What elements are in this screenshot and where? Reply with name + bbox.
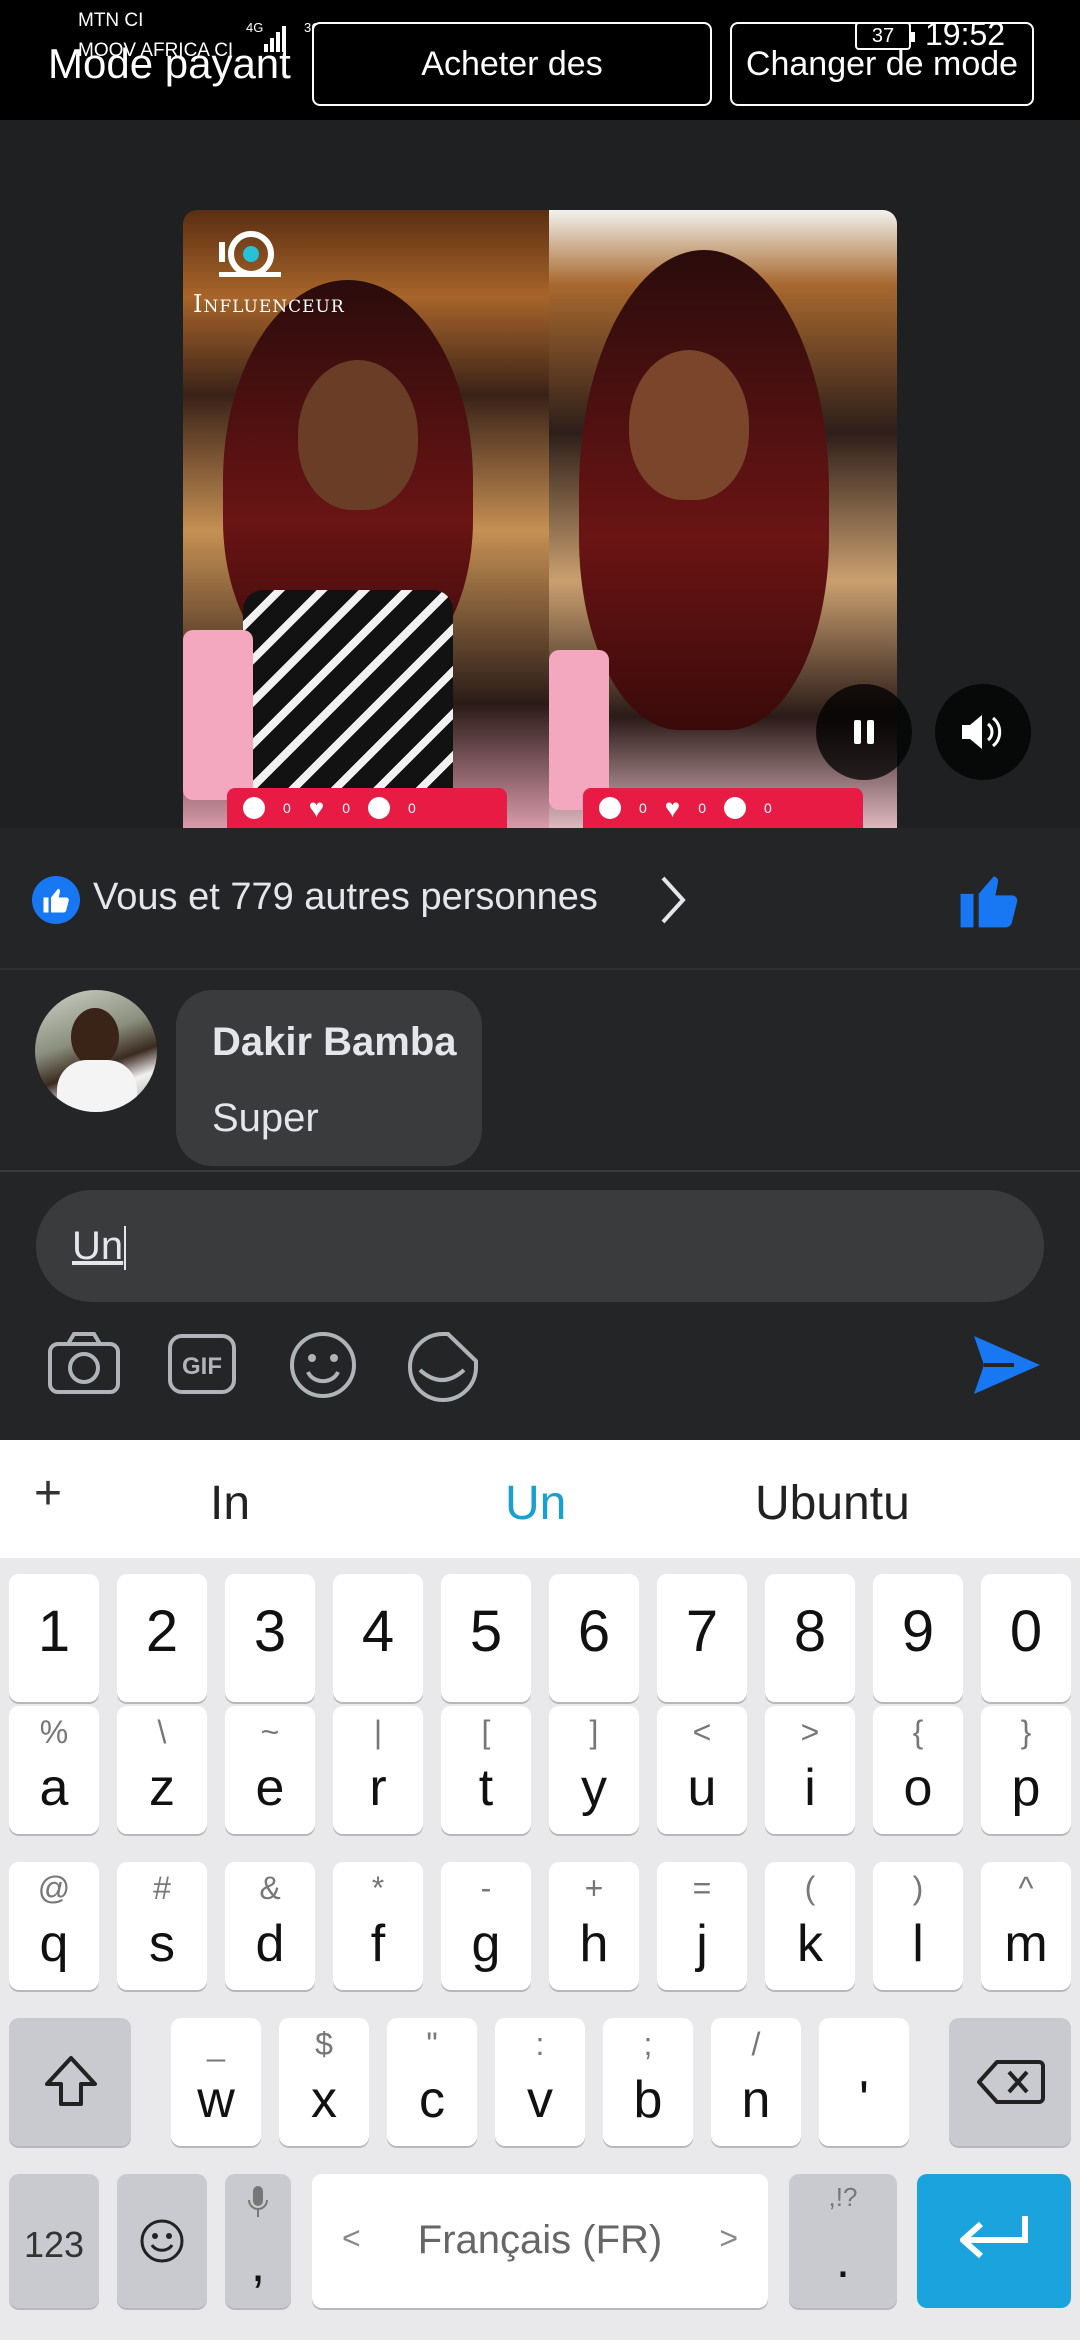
pause-button[interactable]: [816, 684, 912, 780]
key-q[interactable]: @ q: [9, 1862, 99, 1990]
avatar[interactable]: [35, 990, 157, 1112]
key-8[interactable]: 8: [765, 1574, 855, 1702]
comment-text: Super: [212, 1096, 319, 1140]
key-r[interactable]: | r: [333, 1706, 423, 1834]
key-2[interactable]: 2: [117, 1574, 207, 1702]
carrier-2-label: MOOV AFRICA CI: [78, 40, 234, 61]
comma-key[interactable]: ,: [225, 2174, 291, 2308]
key-apostrophe[interactable]: ': [819, 2018, 909, 2146]
chevron-right-icon: [661, 876, 686, 924]
key-c[interactable]: " c: [387, 2018, 477, 2146]
camera-icon[interactable]: [46, 1330, 122, 1396]
key-k[interactable]: (k: [765, 1862, 855, 1990]
suggestion-1[interactable]: In: [210, 1476, 250, 1531]
video-player[interactable]: INFLUENCEUR 0 ♥ 0 0 0 ♥ 0 0: [183, 210, 897, 828]
key-y[interactable]: ] y: [549, 1706, 639, 1834]
backspace-key[interactable]: [949, 2018, 1071, 2146]
reaction-bar-left: 0 ♥ 0 0: [227, 788, 507, 828]
key-l[interactable]: ) l: [873, 1862, 963, 1990]
battery-indicator: 37: [855, 22, 915, 50]
video-frame-left: INFLUENCEUR 0 ♥ 0 0: [183, 210, 549, 828]
enter-key[interactable]: [917, 2174, 1071, 2308]
key-a[interactable]: % a: [9, 1706, 99, 1834]
volume-button[interactable]: [935, 684, 1031, 780]
emoji-icon[interactable]: [288, 1330, 358, 1400]
influenceur-logo-icon: [219, 231, 281, 277]
key-w[interactable]: _ w: [171, 2018, 261, 2146]
key-h[interactable]: + h: [549, 1862, 639, 1990]
key-u[interactable]: < u: [657, 1706, 747, 1834]
keyboard: 1 2 3 4 5 6 7 8 9 0 % a \ z ~ e | r [t ] y < u…: [0, 1558, 1080, 2340]
status-time: 19:52: [925, 16, 1006, 52]
shift-key[interactable]: [9, 2018, 131, 2146]
key-1[interactable]: 1: [9, 1574, 99, 1702]
buy-button[interactable]: Acheter des: [312, 22, 712, 106]
sticker-icon[interactable]: [406, 1330, 480, 1404]
comment-input[interactable]: Un: [36, 1190, 1044, 1302]
key-g[interactable]: -g: [441, 1862, 531, 1990]
space-key[interactable]: < Français (FR) >: [312, 2174, 768, 2308]
influenceur-brand-text: INFLUENCEUR: [193, 290, 345, 318]
comment-composer: Un GIF: [0, 1172, 1080, 1440]
screen: { "status_bar": { "carrier_1": "MTN CI",…: [0, 0, 1080, 2340]
likes-summary: Vous et 779 autres personnes: [93, 876, 598, 918]
top-bar: Mode payant MTN CI MOOV AFRICA CI 4G 3G …: [0, 0, 1080, 120]
shift-icon: [45, 2056, 97, 2106]
key-z[interactable]: \ z: [117, 1706, 207, 1834]
like-badge-icon: [32, 876, 80, 924]
emoji-key[interactable]: [117, 2174, 207, 2308]
key-b[interactable]: ; b: [603, 2018, 693, 2146]
key-e[interactable]: ~ e: [225, 1706, 315, 1834]
carrier-1-label: MTN CI: [78, 10, 144, 31]
comment-bubble[interactable]: Dakir Bamba Super: [176, 990, 482, 1166]
key-4[interactable]: 4: [333, 1574, 423, 1702]
key-x[interactable]: $ x: [279, 2018, 369, 2146]
volume-icon: [962, 715, 1002, 749]
key-9[interactable]: 9: [873, 1574, 963, 1702]
key-3[interactable]: 3: [225, 1574, 315, 1702]
likes-row[interactable]: Vous et 779 autres personnes: [0, 828, 1080, 970]
suggestion-2[interactable]: Un: [505, 1476, 566, 1531]
key-j[interactable]: = j: [657, 1862, 747, 1990]
key-s[interactable]: # s: [117, 1862, 207, 1990]
like-thumb-icon[interactable]: [958, 868, 1020, 930]
key-0[interactable]: 0: [981, 1574, 1071, 1702]
emoji-key-icon: [140, 2219, 184, 2263]
comment-input-value: Un: [72, 1224, 127, 1271]
numbers-key[interactable]: 123: [9, 2174, 99, 2308]
enter-icon: [960, 2216, 1028, 2259]
microphone-icon: [248, 2186, 268, 2217]
key-d[interactable]: & d: [225, 1862, 315, 1990]
period-key[interactable]: ,!? .: [789, 2174, 897, 2308]
key-6[interactable]: 6: [549, 1574, 639, 1702]
send-icon[interactable]: [970, 1332, 1042, 1398]
gif-icon[interactable]: GIF: [166, 1330, 238, 1396]
pause-icon: [854, 720, 874, 744]
key-p[interactable]: } p: [981, 1706, 1071, 1834]
key-n[interactable]: / n: [711, 2018, 801, 2146]
key-v[interactable]: :v: [495, 2018, 585, 2146]
key-m[interactable]: ^ m: [981, 1862, 1071, 1990]
key-i[interactable]: > i: [765, 1706, 855, 1834]
backspace-icon: [977, 2060, 1045, 2104]
keyboard-suggestion-bar: + In Un Ubuntu: [0, 1440, 1080, 1558]
key-o[interactable]: {o: [873, 1706, 963, 1834]
svg-text:4G: 4G: [246, 20, 263, 35]
key-f[interactable]: * f: [333, 1862, 423, 1990]
comment-list: Dakir Bamba Super: [0, 970, 1080, 1172]
plus-icon[interactable]: +: [34, 1466, 62, 1521]
suggestion-3[interactable]: Ubuntu: [755, 1476, 910, 1531]
comment-author[interactable]: Dakir Bamba: [212, 1020, 457, 1065]
reaction-bar-right: 0 ♥ 0 0: [583, 788, 863, 828]
svg-text:GIF: GIF: [182, 1353, 222, 1380]
key-7[interactable]: 7: [657, 1574, 747, 1702]
key-t[interactable]: [t: [441, 1706, 531, 1834]
key-5[interactable]: 5: [441, 1574, 531, 1702]
